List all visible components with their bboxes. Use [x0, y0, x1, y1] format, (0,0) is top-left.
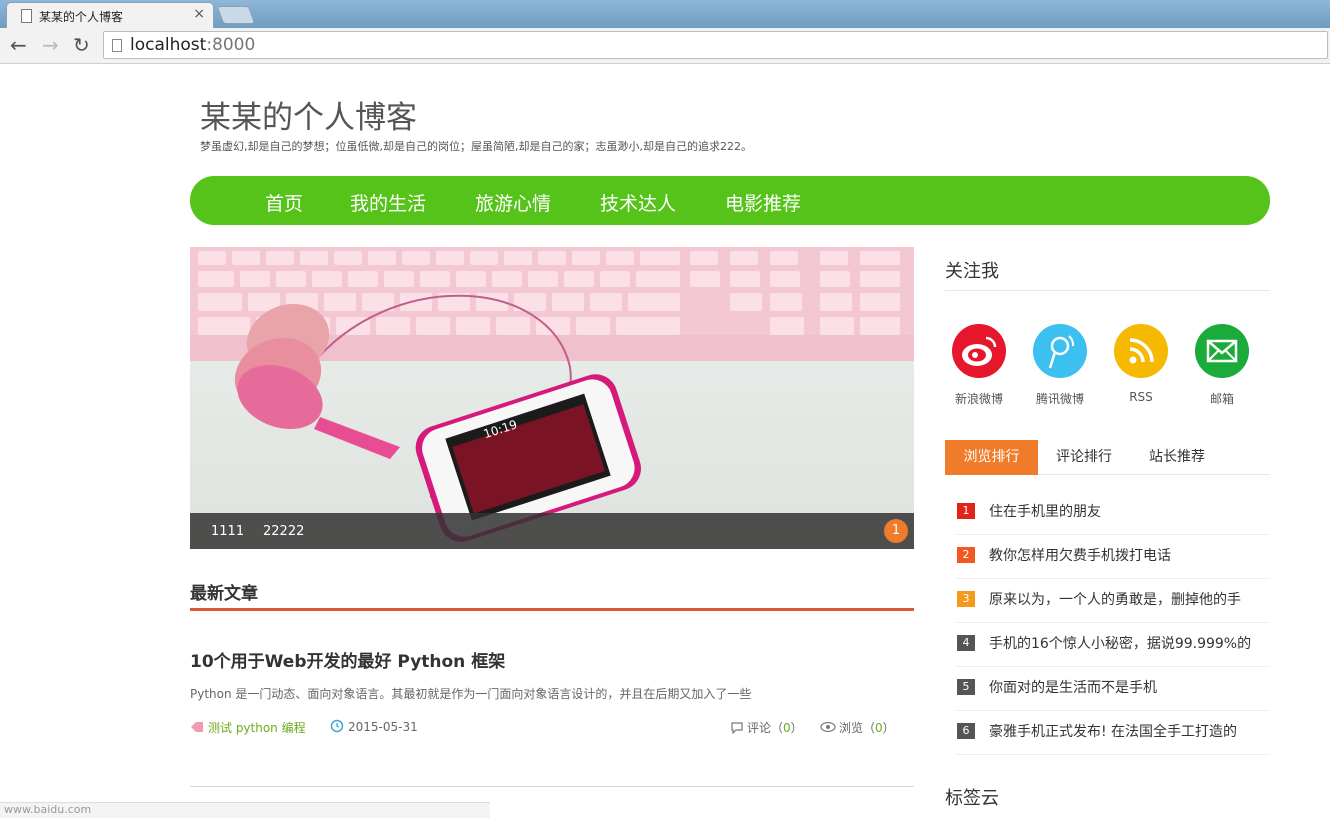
weibo-icon[interactable]: [952, 324, 1006, 378]
clock-icon: [330, 719, 344, 733]
tag-cloud-title: 标签云: [945, 788, 999, 809]
section-divider: [190, 608, 914, 611]
social-label: RSS: [1129, 390, 1153, 404]
browser-tab-bar: 某某的个人博客 ×: [0, 0, 1330, 28]
rank-title[interactable]: 原来以为，一个人的勇敢是，删掉他的手: [989, 589, 1241, 609]
rank-number: 5: [957, 679, 975, 695]
rank-title[interactable]: 教你怎样用欠费手机拨打电话: [989, 545, 1171, 565]
nav-item-life[interactable]: 我的生活: [350, 189, 426, 216]
rank-title[interactable]: 豪雅手机正式发布! 在法国全手工打造的: [989, 721, 1237, 741]
article-summary: Python 是一门动态、面向对象语言。其最初就是作为一门面向对象语言设计的，并…: [190, 687, 752, 701]
rank-number: 4: [957, 635, 975, 651]
status-bar: www.baidu.com: [0, 802, 490, 818]
article-views[interactable]: 浏览（0）: [820, 719, 895, 736]
tab-most-viewed[interactable]: 浏览排行: [945, 440, 1038, 475]
article-title[interactable]: 10个用于Web开发的最好 Python 框架: [190, 647, 505, 672]
banner-photo: 10:19: [198, 251, 900, 542]
nav-item-movies[interactable]: 电影推荐: [725, 189, 801, 216]
rank-item[interactable]: 1 住在手机里的朋友: [955, 491, 1270, 535]
article-tags[interactable]: 测试 python 编程: [190, 719, 306, 736]
reload-icon[interactable]: ↻: [73, 34, 90, 56]
site-subtitle: 梦虽虚幻,却是自己的梦想；位虽低微,却是自己的岗位；屋虽简陋,却是自己的家；志虽…: [200, 140, 752, 153]
ranking-tabs: 浏览排行 评论排行 站长推荐: [945, 440, 1270, 475]
article-tag-text: 测试 python 编程: [208, 721, 306, 735]
tab-most-commented[interactable]: 评论排行: [1045, 440, 1123, 475]
tag-icon: [191, 722, 203, 732]
article-date-text: 2015-05-31: [348, 720, 418, 734]
rank-title[interactable]: 住在手机里的朋友: [989, 501, 1101, 521]
comment-icon: [731, 722, 743, 735]
social-weibo[interactable]: 新浪微博: [949, 324, 1009, 407]
page-content: 某某的个人博客 梦虽虚幻,却是自己的梦想；位虽低微,却是自己的岗位；屋虽简陋,却…: [0, 64, 1330, 818]
rank-number: 3: [957, 591, 975, 607]
new-tab-button[interactable]: [216, 6, 256, 24]
nav-item-tech[interactable]: 技术达人: [600, 189, 676, 216]
social-rss[interactable]: RSS: [1111, 324, 1171, 404]
social-label: 新浪微博: [954, 392, 1003, 406]
mail-icon[interactable]: [1195, 324, 1249, 378]
article-comments[interactable]: 评论（0）: [730, 719, 803, 736]
url-text[interactable]: localhost:8000: [130, 35, 255, 55]
rank-number: 1: [957, 503, 975, 519]
view-close: ）: [882, 721, 895, 735]
eye-icon: [820, 721, 836, 733]
sidebar-divider: [945, 290, 1270, 291]
comment-close: ）: [790, 721, 803, 735]
browser-tab[interactable]: 某某的个人博客 ×: [6, 2, 214, 28]
article-divider: [190, 786, 914, 787]
rank-item[interactable]: 4 手机的16个惊人小秘密，据说99.999%的: [955, 623, 1270, 667]
comment-label: 评论（: [747, 721, 784, 735]
address-bar[interactable]: localhost:8000: [103, 31, 1328, 59]
main-nav: 首页 我的生活 旅游心情 技术达人 电影推荐: [190, 176, 1270, 225]
nav-item-travel[interactable]: 旅游心情: [475, 189, 551, 216]
rank-item[interactable]: 2 教你怎样用欠费手机拨打电话: [955, 535, 1270, 579]
tab-title: 某某的个人博客: [39, 10, 124, 24]
rss-icon[interactable]: [1114, 324, 1168, 378]
url-host: localhost: [130, 35, 207, 55]
banner-slider[interactable]: 10:19 1111 22222 1: [190, 247, 914, 549]
latest-articles-title: 最新文章: [190, 584, 258, 604]
browser-toolbar: ← → ↻ localhost:8000: [0, 28, 1330, 64]
social-tencent-weibo[interactable]: 腾讯微博: [1030, 324, 1090, 407]
social-label: 腾讯微博: [1035, 392, 1084, 406]
nav-item-home[interactable]: 首页: [265, 189, 303, 216]
url-port: :8000: [206, 35, 256, 55]
social-mail[interactable]: 邮箱: [1192, 324, 1252, 407]
banner-caption-1[interactable]: 1111: [211, 524, 244, 539]
rank-number: 6: [957, 723, 975, 739]
banner-page-indicator[interactable]: 1: [884, 519, 908, 543]
rank-number: 2: [957, 547, 975, 563]
rank-title[interactable]: 手机的16个惊人小秘密，据说99.999%的: [989, 633, 1251, 653]
rank-item[interactable]: 6 豪雅手机正式发布! 在法国全手工打造的: [955, 711, 1270, 755]
banner-caption-2[interactable]: 22222: [263, 524, 304, 539]
back-icon[interactable]: ←: [10, 34, 27, 56]
view-count: 0: [875, 721, 883, 735]
rank-item[interactable]: 3 原来以为，一个人的勇敢是，删掉他的手: [955, 579, 1270, 623]
follow-me-title: 关注我: [945, 261, 999, 282]
social-label: 邮箱: [1209, 392, 1234, 406]
rank-item[interactable]: 5 你面对的是生活而不是手机: [955, 667, 1270, 711]
view-label: 浏览（: [839, 721, 876, 735]
article-date: 2015-05-31: [330, 719, 418, 734]
tencent-weibo-icon[interactable]: [1033, 324, 1087, 378]
comment-count: 0: [783, 721, 791, 735]
page-icon: [21, 9, 32, 23]
close-tab-icon[interactable]: ×: [193, 6, 205, 22]
tab-recommended[interactable]: 站长推荐: [1135, 440, 1219, 475]
site-title[interactable]: 某某的个人博客: [200, 92, 417, 137]
page-icon: [112, 39, 122, 52]
banner-caption-bar: 1111 22222 1: [190, 513, 914, 549]
forward-icon[interactable]: →: [42, 34, 59, 56]
rank-title[interactable]: 你面对的是生活而不是手机: [989, 677, 1157, 697]
